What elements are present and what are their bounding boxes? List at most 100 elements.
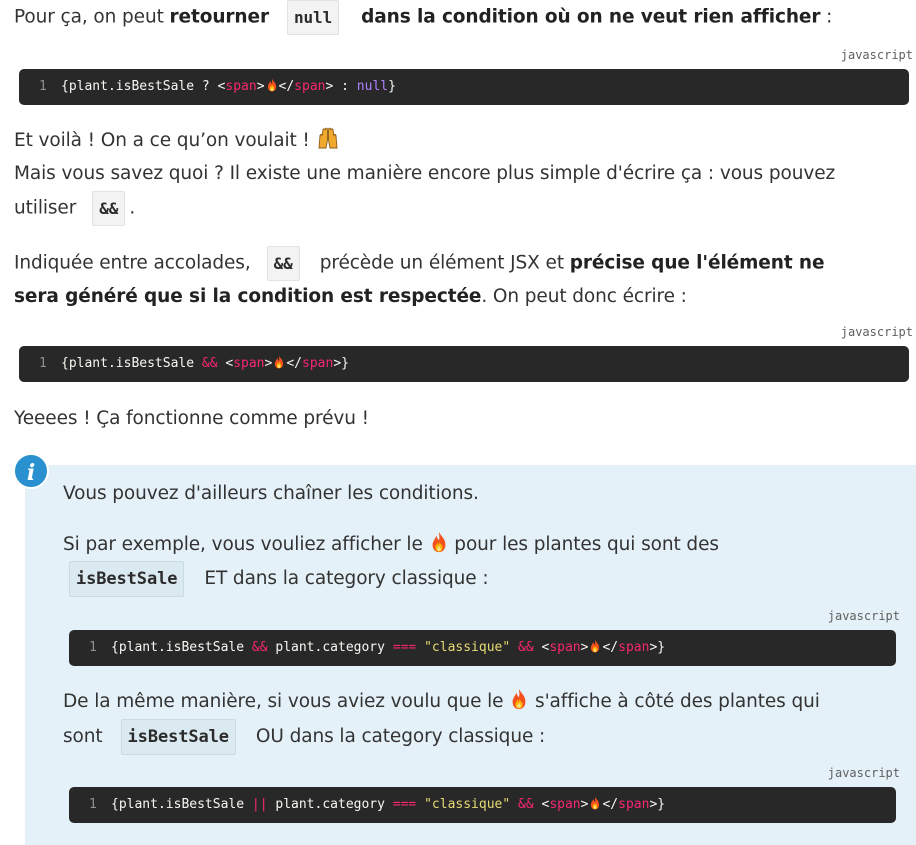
voila-line: Et voilà ! On a ce qu’on voulait ! bbox=[14, 124, 340, 158]
code-tag: span bbox=[225, 79, 257, 94]
intro-bold-return: retourner bbox=[169, 6, 270, 28]
code-operator: === bbox=[392, 640, 417, 655]
code-token: >} bbox=[649, 640, 666, 655]
code-operator: && bbox=[518, 797, 534, 812]
code-language-label: javascript bbox=[827, 609, 900, 623]
info-text: sont bbox=[63, 726, 103, 747]
code-operator: && bbox=[518, 640, 534, 655]
info-line1: Vous pouvez d'ailleurs chaîner les condi… bbox=[63, 483, 479, 504]
code-token: </ bbox=[602, 640, 619, 655]
info-text: Si par exemple, vous vouliez afficher le bbox=[63, 534, 429, 555]
code-operator: || bbox=[251, 797, 268, 812]
info-para3-line2: sont isBestSale OU dans la category classi… bbox=[63, 719, 545, 755]
inline-code-null: null bbox=[286, 0, 340, 35]
code-block-ternary: 1 {plant.isBestSale ? <span> </span> : nul… bbox=[19, 69, 909, 105]
fire-emoji-icon bbox=[588, 639, 602, 653]
info-para2-line1: Si par exemple, vous vouliez afficher le… bbox=[63, 528, 719, 562]
code-tag: span bbox=[618, 640, 650, 655]
code-operator: === bbox=[392, 797, 417, 812]
simpler-line2: utiliser &&. bbox=[14, 191, 135, 226]
fire-emoji-icon bbox=[272, 355, 286, 369]
fire-emoji-icon bbox=[509, 688, 529, 710]
intro-end: : bbox=[820, 6, 833, 28]
indicated-bold: précise que l'élément ne bbox=[569, 252, 825, 274]
code-string: "classique" bbox=[424, 640, 511, 655]
code-tag: span bbox=[618, 797, 650, 812]
line-number: 1 bbox=[89, 640, 97, 655]
success-line: Yeeees ! Ça fonctionne comme prévu ! bbox=[14, 408, 369, 429]
code-language-label: javascript bbox=[827, 766, 900, 780]
indicated-mid: précède un élément JSX et bbox=[319, 252, 570, 274]
line-number: 1 bbox=[39, 356, 47, 371]
code-token: >} bbox=[649, 797, 666, 812]
code-tag: span bbox=[302, 356, 334, 371]
code-language-label: javascript bbox=[840, 48, 913, 62]
info-para2-line2: isBestSale ET dans la category classique … bbox=[63, 561, 489, 597]
simpler-text: utiliser bbox=[14, 197, 77, 219]
code-token: > bbox=[580, 640, 589, 655]
code-block-chained-and: 1 {plant.isBestSale && plant.category ===… bbox=[69, 630, 896, 666]
code-string: "classique" bbox=[424, 797, 511, 812]
code-token: </ bbox=[602, 797, 619, 812]
intro-paragraph: Pour ça, on peut retourner null dans la co… bbox=[14, 0, 832, 35]
fire-emoji-icon bbox=[429, 531, 449, 553]
info-text: ET dans la category classique : bbox=[204, 568, 489, 589]
code-tag: span bbox=[233, 356, 265, 371]
code-token: > : bbox=[325, 79, 357, 94]
code-token: </ bbox=[286, 356, 302, 371]
code-block-or: 1 {plant.isBestSale || plant.category ===… bbox=[69, 787, 896, 823]
info-text: OU dans la category classique : bbox=[255, 726, 546, 747]
info-icon: i bbox=[13, 453, 49, 489]
simpler-end: . bbox=[129, 197, 136, 219]
code-token: < bbox=[533, 640, 550, 655]
code-operator: && bbox=[201, 356, 218, 371]
info-text: s'affiche à côté des plantes qui bbox=[529, 691, 820, 712]
info-text: pour les plantes qui sont des bbox=[448, 534, 719, 555]
line-number: 1 bbox=[39, 79, 47, 94]
code-token: >} bbox=[333, 356, 349, 371]
code-tag: span bbox=[549, 640, 581, 655]
info-text: De la même manière, si vous aviez voulu … bbox=[63, 691, 510, 712]
inline-code-isbestsale: isBestSale bbox=[69, 561, 185, 597]
inline-code-and: && bbox=[92, 191, 126, 226]
info-para3-line1: De la même manière, si vous aviez voulu … bbox=[63, 685, 820, 719]
fire-emoji-icon bbox=[265, 78, 279, 92]
intro-bold-condition: dans la condition où on ne veut rien aff… bbox=[361, 6, 821, 28]
code-tag: span bbox=[549, 797, 581, 812]
indicated-bold: sera généré que si la condition est resp… bbox=[14, 286, 482, 307]
indicated-line1: Indiquée entre accolades, && précède un él… bbox=[14, 246, 825, 281]
code-token: > bbox=[256, 79, 265, 94]
code-operator: && bbox=[251, 640, 268, 655]
code-token: plant.category bbox=[267, 797, 393, 812]
simpler-line1: Mais vous savez quoi ? Il existe une man… bbox=[14, 163, 836, 184]
code-token: < bbox=[217, 356, 234, 371]
code-token: {plant.isBestSale bbox=[61, 356, 202, 371]
code-block-and: 1 {plant.isBestSale && <span> </span>} bbox=[19, 346, 909, 382]
code-keyword: null bbox=[356, 79, 389, 94]
code-tag: span bbox=[294, 79, 326, 94]
indicated-text: Indiquée entre accolades, bbox=[14, 252, 251, 274]
voila-text: Et voilà ! On a ce qu’on voulait ! bbox=[14, 130, 316, 151]
code-token: </ bbox=[278, 79, 295, 94]
fire-emoji-icon bbox=[588, 796, 602, 810]
code-token: < bbox=[533, 797, 550, 812]
code-token: {plant.isBestSale ? < bbox=[61, 79, 226, 94]
indicated-end: . On peut donc écrire : bbox=[481, 286, 687, 307]
raised-hands-icon bbox=[318, 127, 338, 149]
code-language-label: javascript bbox=[840, 325, 913, 339]
intro-text: Pour ça, on peut bbox=[14, 6, 170, 28]
code-token: > bbox=[580, 797, 589, 812]
code-token: {plant.isBestSale bbox=[111, 797, 252, 812]
inline-code-and: && bbox=[266, 246, 300, 281]
code-token: plant.category bbox=[267, 640, 393, 655]
indicated-line2: sera généré que si la condition est resp… bbox=[14, 280, 687, 314]
code-token: > bbox=[264, 356, 273, 371]
code-token: {plant.isBestSale bbox=[111, 640, 252, 655]
line-number: 1 bbox=[89, 797, 97, 812]
code-token: } bbox=[388, 79, 396, 94]
inline-code-isbestsale: isBestSale bbox=[120, 719, 236, 755]
